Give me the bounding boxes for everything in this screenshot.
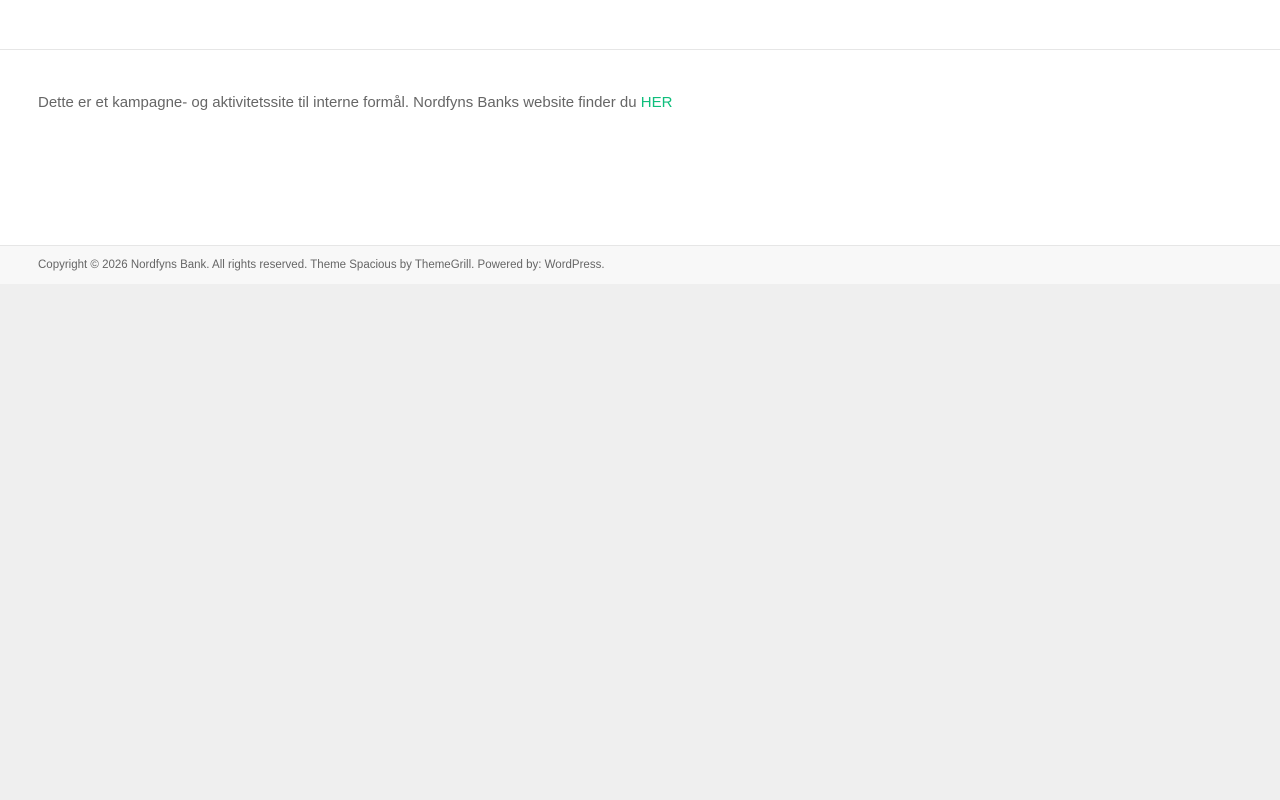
- main-content: Dette er et kampagne- og aktivitetssite …: [0, 50, 1280, 245]
- page: Dette er et kampagne- og aktivitetssite …: [0, 0, 1280, 800]
- site-link[interactable]: Nordfyns Bank: [131, 259, 206, 271]
- here-link[interactable]: HER: [641, 94, 673, 111]
- by-text: by: [396, 259, 415, 271]
- end-text: .: [601, 259, 605, 271]
- notice-paragraph: Dette er et kampagne- og aktivitetssite …: [38, 93, 672, 113]
- themegrill-link[interactable]: ThemeGrill: [415, 259, 471, 271]
- notice-text: Dette er et kampagne- og aktivitetssite …: [38, 94, 641, 111]
- theme-link[interactable]: Spacious: [349, 259, 396, 271]
- site-header: [0, 0, 1280, 50]
- wordpress-link[interactable]: WordPress: [545, 259, 602, 271]
- copyright-text: Copyright © 2026 Nordfyns Bank. All righ…: [38, 257, 605, 273]
- site-footer: Copyright © 2026 Nordfyns Bank. All righ…: [0, 245, 1280, 284]
- powered-text: . Powered by:: [471, 259, 545, 271]
- copyright-prefix: Copyright © 2026: [38, 259, 131, 271]
- rights-text: . All rights reserved. Theme: [206, 259, 350, 271]
